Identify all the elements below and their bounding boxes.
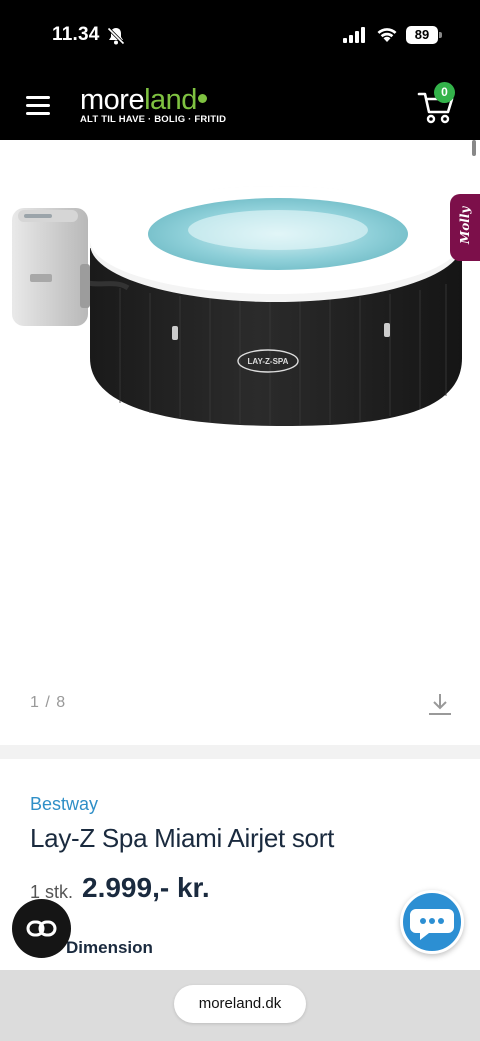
menu-icon[interactable]	[26, 96, 50, 116]
product-price: 2.999,- kr.	[82, 872, 210, 903]
battery-level: 89	[406, 26, 438, 44]
address-bar[interactable]: moreland.dk	[174, 985, 306, 1023]
product-brand-print: LAY-Z-SPA	[248, 357, 289, 366]
logo-tagline: ALT TIL HAVE · BOLIG · FRITID	[80, 114, 227, 125]
top-bar	[0, 0, 480, 140]
bell-slash-icon	[107, 27, 125, 45]
scrollbar[interactable]	[472, 140, 476, 156]
signal-icon	[343, 27, 365, 43]
wifi-icon	[377, 28, 397, 42]
cart-count-badge: 0	[434, 82, 455, 103]
dimension-label: Dimension	[66, 938, 153, 957]
battery-icon: 89	[406, 26, 442, 44]
gallery-pager: 1 / 8	[30, 694, 67, 711]
link-icon	[26, 920, 57, 937]
chat-button[interactable]	[400, 890, 464, 954]
moreland-logo[interactable]: moreland ALT TIL HAVE · BOLIG · FRITID	[80, 86, 240, 126]
product-title: Lay-Z Spa Miami Airjet sort	[30, 823, 334, 853]
molly-label: Molly	[458, 206, 472, 244]
chat-bubble-icon	[410, 909, 454, 940]
molly-chat-tab[interactable]: Molly	[450, 194, 480, 261]
product-brand-link[interactable]: Bestway	[30, 794, 98, 815]
status-time: 11.34	[52, 24, 100, 45]
accessibility-widget-button[interactable]	[12, 899, 71, 958]
product-image[interactable]: LAY-Z-SPA	[10, 168, 470, 428]
download-icon[interactable]	[428, 692, 452, 716]
section-divider	[0, 745, 480, 759]
